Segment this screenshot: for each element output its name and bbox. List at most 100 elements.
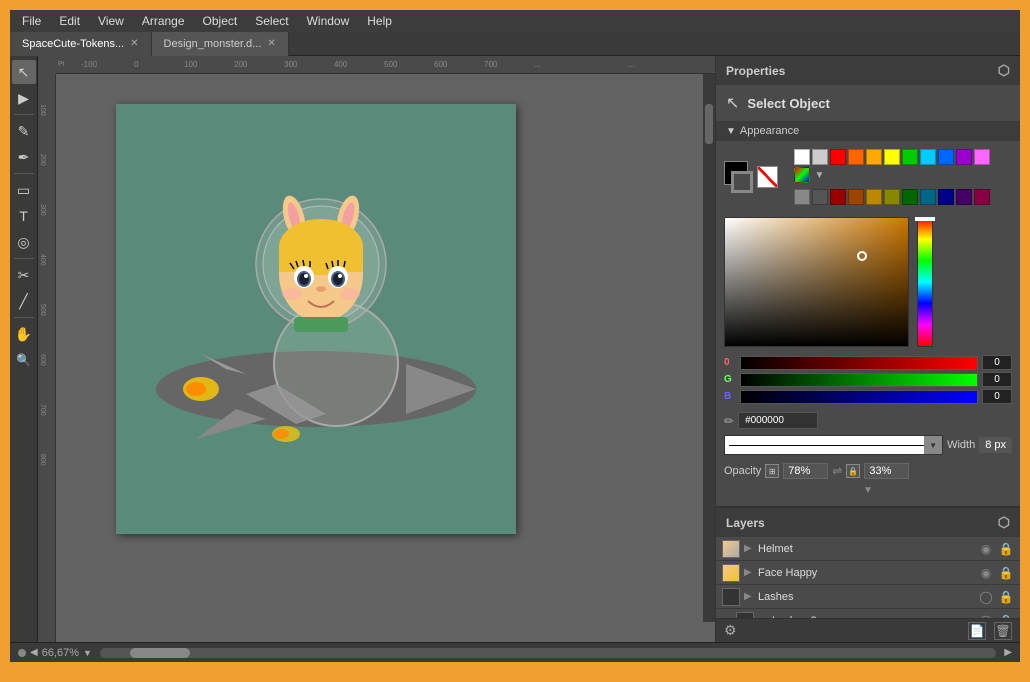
rgb-b-slider[interactable] bbox=[740, 390, 978, 404]
zoom-dropdown[interactable]: ▼ bbox=[83, 648, 92, 658]
rgb-r-slider[interactable] bbox=[740, 356, 978, 370]
swatch-green[interactable] bbox=[902, 149, 918, 165]
layer-add-btn[interactable]: 📄 bbox=[968, 622, 986, 640]
tool-rect[interactable]: ▭ bbox=[12, 178, 36, 202]
swatch-white[interactable] bbox=[794, 149, 810, 165]
menu-object[interactable]: Object bbox=[195, 12, 246, 30]
menu-window[interactable]: Window bbox=[299, 12, 358, 30]
tool-pen[interactable]: ✎ bbox=[12, 119, 36, 143]
layer-delete-btn[interactable]: 🗑 bbox=[994, 622, 1012, 640]
color-picker-gradient[interactable] bbox=[724, 217, 909, 347]
canvas-scrollbar-v[interactable] bbox=[703, 74, 715, 622]
menu-help[interactable]: Help bbox=[359, 12, 400, 30]
layer-face-happy[interactable]: ▶ Face Happy ◉ 🔒 bbox=[716, 561, 1020, 585]
tool-select[interactable]: ↖ bbox=[12, 60, 36, 84]
canvas-area[interactable]: Pt -100 0 100 200 300 400 500 600 700 ..… bbox=[38, 56, 715, 642]
swatch-more[interactable] bbox=[794, 167, 810, 183]
layer-face-happy-lock[interactable]: 🔒 bbox=[998, 566, 1014, 580]
scroll-right-arrow[interactable]: ▶ bbox=[1004, 647, 1012, 658]
swatch-olive[interactable] bbox=[884, 189, 900, 205]
swatch-magenta[interactable] bbox=[974, 189, 990, 205]
stroke-dropdown-btn[interactable]: ▼ bbox=[924, 436, 942, 454]
layer-face-happy-name: Face Happy bbox=[758, 567, 974, 579]
swatch-pink[interactable] bbox=[974, 149, 990, 165]
tab-spacecute[interactable]: SpaceCute-Tokens... ✕ bbox=[10, 32, 152, 56]
swatch-blue[interactable] bbox=[938, 149, 954, 165]
tool-zoom[interactable]: 🔍 bbox=[12, 348, 36, 372]
opacity-input-2[interactable] bbox=[864, 463, 909, 479]
swatch-dark-orange[interactable] bbox=[848, 189, 864, 205]
layer-thumb-helmet bbox=[722, 540, 740, 558]
layer-helmet-expand[interactable]: ▶ bbox=[744, 543, 754, 554]
tool-bezier[interactable]: ✒ bbox=[12, 145, 36, 169]
eyedropper-icon[interactable]: ✏ bbox=[724, 414, 734, 428]
swatch-darker-gray[interactable] bbox=[812, 189, 828, 205]
layer-settings-btn[interactable]: ⚙ bbox=[724, 622, 737, 639]
layer-helmet-eye[interactable]: ◉ bbox=[978, 542, 994, 556]
tab-spacecute-close[interactable]: ✕ bbox=[130, 38, 138, 49]
fill-stroke-box[interactable] bbox=[724, 161, 753, 193]
character-illustration bbox=[156, 149, 476, 489]
menu-file[interactable]: File bbox=[14, 12, 49, 30]
layer-face-happy-expand[interactable]: ▶ bbox=[744, 567, 754, 578]
rgb-g-value[interactable]: 0 bbox=[982, 372, 1012, 387]
tool-line[interactable]: ╱ bbox=[12, 289, 36, 313]
properties-expand-icon[interactable]: ⬡ bbox=[998, 62, 1010, 79]
swatch-tan[interactable] bbox=[866, 189, 882, 205]
swatch-expand[interactable]: ▼ bbox=[812, 167, 828, 183]
swatch-dark-green[interactable] bbox=[902, 189, 918, 205]
status-dot bbox=[18, 649, 26, 657]
rgb-b-value[interactable]: 0 bbox=[982, 389, 1012, 404]
tab-design-monster[interactable]: Design_monster.d... ✕ bbox=[152, 32, 289, 56]
layer-lashes-lock[interactable]: 🔒 bbox=[998, 590, 1014, 604]
rgb-b-row: B 0 bbox=[724, 389, 1012, 404]
stroke-width-display[interactable]: ▼ bbox=[724, 435, 943, 455]
swatch-dark-purple[interactable] bbox=[956, 189, 972, 205]
tool-text[interactable]: T bbox=[12, 204, 36, 228]
hue-slider[interactable] bbox=[917, 217, 933, 347]
swatch-dark-gray[interactable] bbox=[794, 189, 810, 205]
menu-arrange[interactable]: Arrange bbox=[134, 12, 193, 30]
menu-select[interactable]: Select bbox=[247, 12, 296, 30]
layer-lashes-2[interactable]: ▶ Lashes 2 ◯ 🔒 bbox=[716, 609, 1020, 618]
opacity-input[interactable] bbox=[783, 463, 828, 479]
tool-scissors[interactable]: ✂ bbox=[12, 263, 36, 287]
swatch-dark-blue[interactable] bbox=[938, 189, 954, 205]
swatch-yellow[interactable] bbox=[884, 149, 900, 165]
tab-design-monster-close[interactable]: ✕ bbox=[267, 38, 275, 49]
swatch-orange[interactable] bbox=[848, 149, 864, 165]
swatch-teal[interactable] bbox=[920, 189, 936, 205]
layer-helmet[interactable]: ▶ Helmet ◉ 🔒 bbox=[716, 537, 1020, 561]
hex-input[interactable] bbox=[738, 412, 818, 429]
swatch-light-gray[interactable] bbox=[812, 149, 828, 165]
tool-direct-select[interactable]: ▶ bbox=[12, 86, 36, 110]
swatch-yellow-orange[interactable] bbox=[866, 149, 882, 165]
swatch-red[interactable] bbox=[830, 149, 846, 165]
tool-ellipse[interactable]: ◎ bbox=[12, 230, 36, 254]
scroll-left-arrow[interactable]: ◀ bbox=[30, 647, 38, 658]
menu-view[interactable]: View bbox=[90, 12, 132, 30]
opacity-link-icon[interactable]: ⇌ bbox=[832, 464, 842, 478]
right-panels: Properties ⬡ ↖ Select Object ▼ Appearanc… bbox=[715, 56, 1020, 642]
rgb-g-slider[interactable] bbox=[740, 373, 978, 387]
layer-lashes[interactable]: ▶ Lashes ◯ 🔒 bbox=[716, 585, 1020, 609]
stroke-row: ▼ Width 8 px bbox=[716, 431, 1020, 459]
menu-edit[interactable]: Edit bbox=[51, 12, 88, 30]
expand-arrow[interactable]: ▼ bbox=[716, 483, 1020, 498]
color-row-2 bbox=[786, 187, 1013, 207]
tool-hand[interactable]: ✋ bbox=[12, 322, 36, 346]
select-cursor-icon: ↖ bbox=[726, 93, 739, 113]
layer-helmet-lock[interactable]: 🔒 bbox=[998, 542, 1014, 556]
swatch-dark-red[interactable] bbox=[830, 189, 846, 205]
stroke-box[interactable] bbox=[731, 171, 753, 193]
layers-expand-icon[interactable]: ⬡ bbox=[998, 514, 1010, 531]
layer-lashes-eye[interactable]: ◯ bbox=[978, 590, 994, 604]
layer-face-happy-eye[interactable]: ◉ bbox=[978, 566, 994, 580]
rgb-r-value[interactable]: 0 bbox=[982, 355, 1012, 370]
canvas-viewport[interactable] bbox=[56, 74, 715, 622]
layer-lashes-expand[interactable]: ▶ bbox=[744, 591, 754, 602]
swatch-cyan[interactable] bbox=[920, 149, 936, 165]
swatch-purple[interactable] bbox=[956, 149, 972, 165]
swatch-none[interactable] bbox=[757, 166, 777, 188]
horizontal-scrollbar[interactable] bbox=[100, 648, 996, 658]
